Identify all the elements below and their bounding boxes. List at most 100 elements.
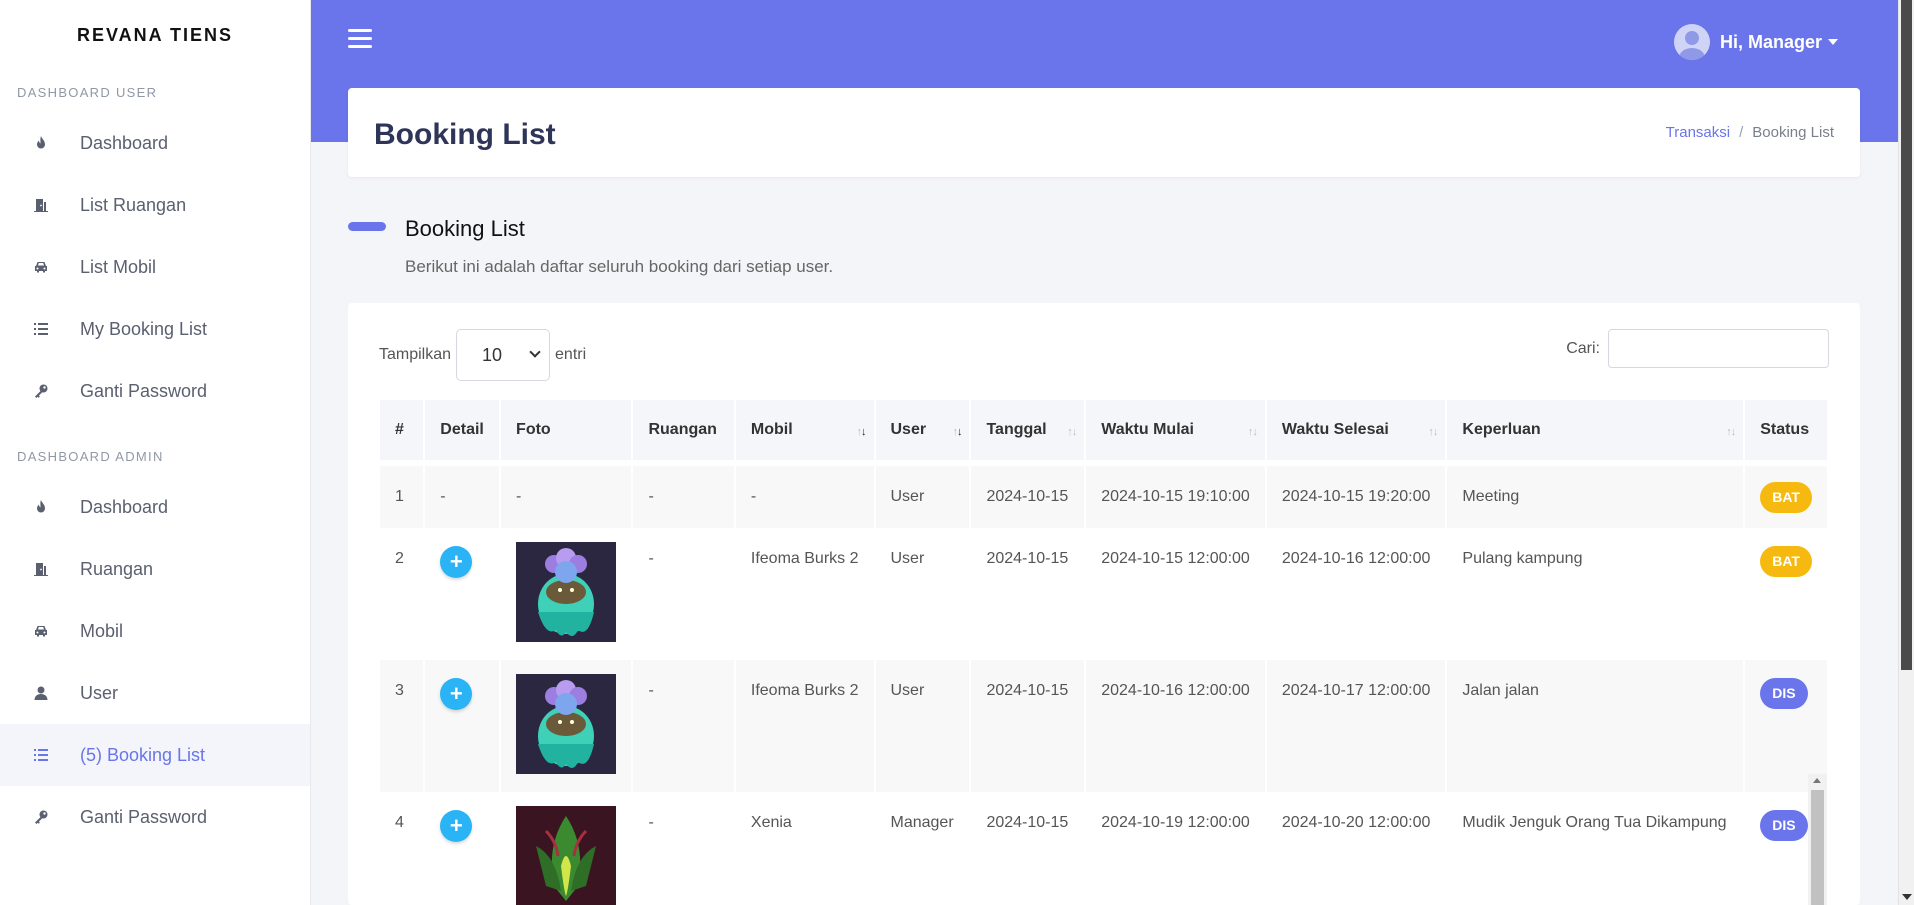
page-scrollbar-thumb[interactable] xyxy=(1901,0,1912,670)
breadcrumb-link-transaksi[interactable]: Transaksi xyxy=(1666,124,1730,141)
breadcrumb-separator: / xyxy=(1739,124,1744,141)
cell-tanggal: 2024-10-15 xyxy=(970,460,1087,528)
detail-plus-button[interactable]: + xyxy=(440,678,473,710)
cell-no: 3 xyxy=(380,660,426,792)
column-header-ruangan[interactable]: Ruangan xyxy=(632,400,736,464)
status-badge: DIS xyxy=(1760,678,1808,709)
cell-mobil: - xyxy=(734,460,876,528)
cell-foto xyxy=(500,792,634,905)
sidebar-item-label: List Mobil xyxy=(80,256,157,277)
brand-logo[interactable]: REVANA TIENS xyxy=(0,0,310,72)
section-subtitle: Berikut ini adalah daftar seluruh bookin… xyxy=(405,257,834,276)
column-header-waktu-mulai[interactable]: Waktu Mulai ↑↓ xyxy=(1085,400,1267,464)
sort-icon: ↑↓ xyxy=(1726,426,1736,438)
car-icon xyxy=(31,621,51,641)
cell-no: 2 xyxy=(380,528,426,660)
column-header-no[interactable]: # xyxy=(380,400,426,464)
cell-waktu-mulai: 2024-10-15 19:10:00 xyxy=(1085,460,1267,528)
sidebar-item-booking-list[interactable]: (5) Booking List xyxy=(0,724,310,786)
cell-tanggal: 2024-10-15 xyxy=(970,792,1087,905)
cell-waktu-selesai: 2024-10-17 12:00:00 xyxy=(1265,660,1448,792)
cell-waktu-selesai: 2024-10-15 19:20:00 xyxy=(1265,460,1448,528)
cell-tanggal: 2024-10-15 xyxy=(970,528,1087,660)
cell-user: User xyxy=(874,660,972,792)
cell-detail: - xyxy=(424,460,502,528)
sidebar-item-user-ganti-password[interactable]: Ganti Password xyxy=(0,360,310,422)
cell-mobil: Ifeoma Burks 2 xyxy=(734,528,876,660)
sidebar-item-label: Ganti Password xyxy=(80,806,208,827)
table-scroll-area[interactable]: # Detail Foto Ruangan Mobil ↑↓ User ↑↓ Tan… xyxy=(380,400,1829,905)
table-row: 4 + - Xenia Manager 2024-10-15 2024-10-1… xyxy=(380,792,1829,905)
scrollbar-thumb[interactable] xyxy=(1811,790,1824,905)
cell-no: 4 xyxy=(380,792,426,905)
list-icon xyxy=(31,319,51,339)
sidebar-item-label: Ganti Password xyxy=(80,380,208,401)
sidebar-item-admin-dashboard[interactable]: Dashboard xyxy=(0,476,310,538)
column-header-tanggal[interactable]: Tanggal ↑↓ xyxy=(970,400,1087,464)
column-header-foto[interactable]: Foto xyxy=(500,400,634,464)
fire-icon xyxy=(31,133,51,153)
table-row: 3 + - Ifeoma Burks 2 User 2024-10-15 202… xyxy=(380,660,1829,792)
entries-length-control: Tampilkan 10 entri xyxy=(379,329,586,381)
sidebar-item-my-booking-list[interactable]: My Booking List xyxy=(0,298,310,360)
section-title: Booking List xyxy=(405,216,525,241)
sort-icon: ↑↓ xyxy=(1247,426,1258,438)
cell-user: User xyxy=(874,460,972,528)
sort-icon: ↑↓ xyxy=(952,426,962,438)
column-header-keperluan[interactable]: Keperluan ↑↓ xyxy=(1446,400,1746,464)
page-vertical-scrollbar[interactable] xyxy=(1898,0,1914,905)
scroll-down-arrow-icon[interactable] xyxy=(1902,894,1912,900)
detail-plus-button[interactable]: + xyxy=(440,546,473,578)
sort-icon: ↑↓ xyxy=(1428,426,1438,438)
cell-detail: + xyxy=(424,660,502,792)
entries-length-select[interactable]: 10 xyxy=(456,329,551,381)
search-input[interactable] xyxy=(1608,329,1829,368)
list-icon xyxy=(31,745,51,765)
sidebar-item-admin-ganti-password[interactable]: Ganti Password xyxy=(0,786,310,848)
cell-ruangan: - xyxy=(632,792,736,905)
car-icon xyxy=(31,257,51,277)
sidebar-item-label: Ruangan xyxy=(80,558,154,579)
vehicle-photo[interactable] xyxy=(516,542,617,642)
sidebar-item-ruangan[interactable]: Ruangan xyxy=(0,538,310,600)
sidebar-item-label: Mobil xyxy=(80,620,124,641)
column-header-detail[interactable]: Detail xyxy=(424,400,502,464)
avatar xyxy=(1673,24,1710,60)
cell-waktu-mulai: 2024-10-15 12:00:00 xyxy=(1085,528,1267,660)
sidebar-item-user[interactable]: User xyxy=(0,662,310,724)
cell-ruangan: - xyxy=(632,660,736,792)
hamburger-menu-icon[interactable] xyxy=(348,29,372,51)
breadcrumb-current: Booking List xyxy=(1752,124,1834,141)
cell-no: 1 xyxy=(380,460,426,528)
table-vertical-scrollbar[interactable] xyxy=(1808,774,1827,905)
key-icon xyxy=(31,807,51,827)
scroll-up-arrow-icon[interactable] xyxy=(1813,778,1821,783)
user-menu-dropdown[interactable]: Hi, Manager xyxy=(1673,24,1838,60)
detail-plus-button[interactable]: + xyxy=(440,810,473,842)
sidebar-item-list-mobil[interactable]: List Mobil xyxy=(0,236,310,298)
sidebar-item-mobil[interactable]: Mobil xyxy=(0,600,310,662)
column-header-user[interactable]: User ↑↓ xyxy=(874,400,972,464)
vehicle-photo[interactable] xyxy=(516,806,617,905)
column-header-status[interactable]: Status xyxy=(1744,400,1829,464)
column-header-waktu-selesai[interactable]: Waktu Selesai ↑↓ xyxy=(1265,400,1448,464)
column-header-mobil[interactable]: Mobil ↑↓ xyxy=(734,400,876,464)
cell-keperluan: Pulang kampung xyxy=(1446,528,1746,660)
key-icon xyxy=(31,381,51,401)
cell-status: BAT xyxy=(1744,528,1829,660)
cell-detail: + xyxy=(424,528,502,660)
sidebar-item-list-ruangan[interactable]: List Ruangan xyxy=(0,174,310,236)
cell-mobil: Xenia xyxy=(734,792,876,905)
sidebar-item-user-dashboard[interactable]: Dashboard xyxy=(0,112,310,174)
length-prefix: Tampilkan xyxy=(379,346,452,363)
vehicle-photo[interactable] xyxy=(516,674,617,774)
booking-table: # Detail Foto Ruangan Mobil ↑↓ User ↑↓ Tan… xyxy=(380,400,1829,905)
cell-foto xyxy=(500,528,634,660)
caret-down-icon xyxy=(1828,39,1838,45)
cell-status: BAT xyxy=(1744,460,1829,528)
cell-waktu-mulai: 2024-10-19 12:00:00 xyxy=(1085,792,1267,905)
cell-keperluan: Jalan jalan xyxy=(1446,660,1746,792)
breadcrumb: Transaksi / Booking List xyxy=(1666,124,1834,141)
sidebar-item-label: Dashboard xyxy=(80,496,169,517)
cell-foto: - xyxy=(500,460,634,528)
